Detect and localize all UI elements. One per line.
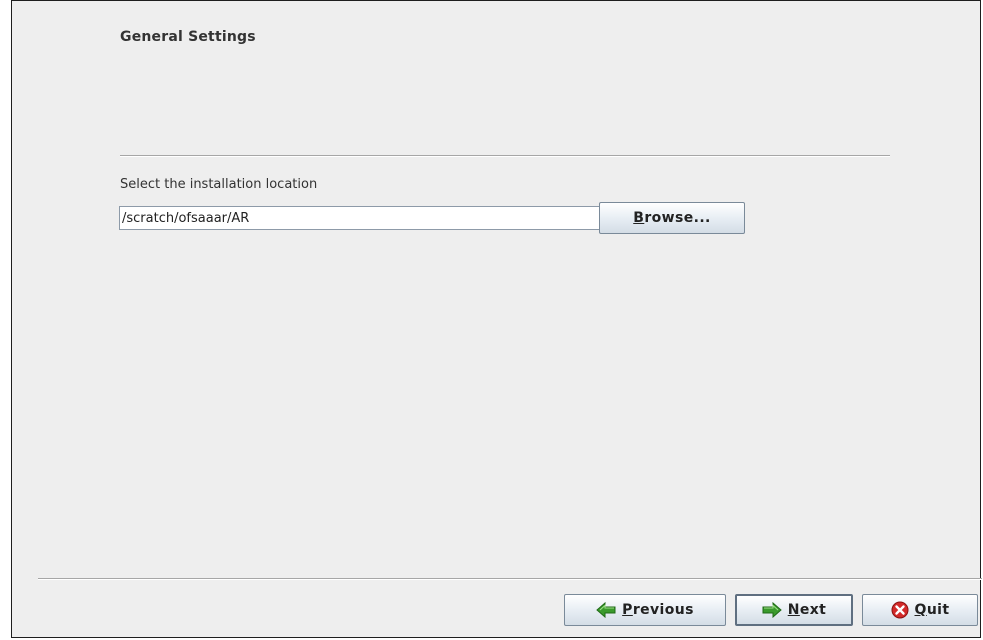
installation-location-label: Select the installation location	[120, 177, 318, 192]
installation-path-input[interactable]	[119, 206, 601, 230]
previous-button[interactable]: Previous	[564, 594, 726, 626]
header-separator	[120, 155, 890, 157]
page-title: General Settings	[120, 29, 256, 45]
green-left-arrow-icon	[596, 602, 616, 618]
quit-label: uit	[926, 602, 950, 618]
installer-window: General Settings Select the installation…	[11, 0, 982, 638]
browse-label: rowse...	[644, 210, 711, 226]
quit-mnemonic: Q	[914, 602, 927, 618]
browse-button[interactable]: Browse...	[599, 202, 745, 234]
previous-mnemonic: P	[622, 602, 633, 618]
next-mnemonic: N	[787, 602, 800, 618]
browse-mnemonic: B	[633, 210, 645, 226]
footer-separator	[38, 578, 982, 580]
quit-button[interactable]: Quit	[862, 594, 978, 626]
red-x-circle-icon	[891, 601, 908, 619]
next-button[interactable]: Next	[735, 594, 853, 626]
previous-label: revious	[632, 602, 694, 618]
next-label: ext	[799, 602, 827, 618]
green-right-arrow-icon	[762, 602, 782, 618]
